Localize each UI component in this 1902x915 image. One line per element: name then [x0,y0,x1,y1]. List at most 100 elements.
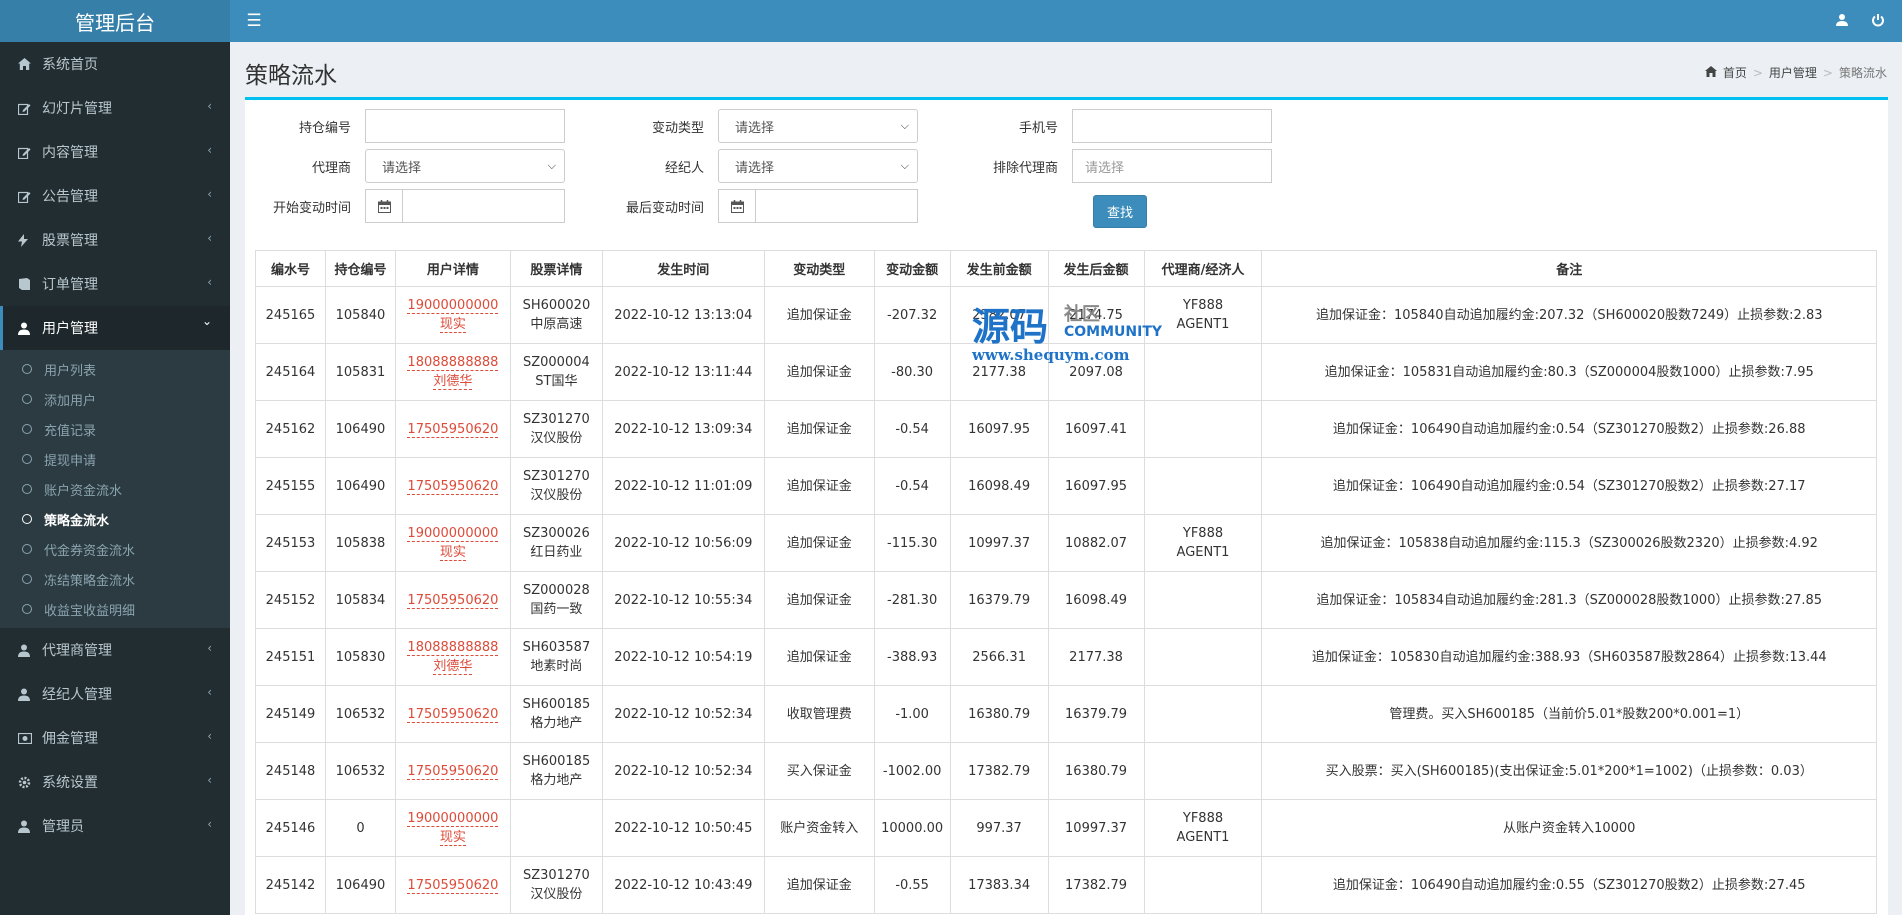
sidebar-item[interactable]: 佣金管理 ‹ [0,716,230,760]
calendar-icon[interactable] [718,189,756,223]
end-time-picker[interactable] [718,189,918,223]
gear-icon [18,776,42,789]
submenu-item[interactable]: 代金券资金流水 [0,534,230,564]
cell-amount: -0.54 [873,400,951,458]
submenu-item[interactable]: 账户资金流水 [0,474,230,504]
cell-before-amount: 10997.37 [949,514,1049,572]
stock-name: 中原高速 [530,317,583,332]
breadcrumb-home[interactable]: 首页 [1723,64,1747,81]
sidebar-item[interactable]: 系统设置 ‹ [0,760,230,804]
cell-change-type: 买入保证金 [763,742,875,800]
cell-position-no: 105834 [324,571,396,629]
user-name-link[interactable]: 现实 [439,317,466,333]
user-name-link[interactable]: 现实 [439,545,466,561]
home-icon [1704,65,1717,80]
top-navbar: ☰ [230,0,1902,42]
start-time-picker[interactable] [365,189,565,223]
sidebar-item[interactable]: 经纪人管理 ‹ [0,672,230,716]
cell-change-type: 追加保证金 [763,628,875,686]
column-header: 发生时间 [601,250,765,287]
user-phone-link[interactable]: 18088888888 [407,355,499,371]
sidebar-item[interactable]: 管理员 ‹ [0,804,230,848]
stock-name: 汉仪股份 [530,431,583,446]
position-no-input[interactable] [365,109,565,143]
calendar-icon[interactable] [365,189,403,223]
power-icon[interactable] [1866,8,1890,32]
exclude-agent-input[interactable]: 请选择 [1072,149,1272,183]
start-time-input[interactable] [403,189,565,223]
cell-agent [1143,571,1263,629]
cell-user-detail: 17505950620 [394,742,511,800]
user-phone-link[interactable]: 17505950620 [407,592,499,609]
table-row: 245149 106532 17505950620 SH600185 格力地产 2022-… [255,685,1877,743]
user-name-link[interactable]: 现实 [439,830,466,846]
submenu-item[interactable]: 冻结策略金流水 [0,564,230,594]
agent-name: YF888 [1182,298,1224,313]
user-phone-link[interactable]: 17505950620 [407,478,499,495]
submenu-item[interactable]: 添加用户 [0,384,230,414]
sidebar-item[interactable]: 内容管理 ‹ [0,130,230,174]
user-phone-link[interactable]: 19000000000 [407,526,499,542]
cell-stock-detail: SH600185 格力地产 [509,685,603,743]
submenu-item[interactable]: 充值记录 [0,414,230,444]
sidebar-item[interactable]: 用户管理 ⌄ [0,306,230,350]
broker-select[interactable]: 请选择 ⌵ [718,149,918,183]
stock-code: SZ301270 [522,469,590,484]
user-name-link[interactable]: 刘德华 [433,659,473,675]
cell-before-amount: 2382.07 [949,286,1049,344]
phone-input[interactable] [1072,109,1272,143]
cell-note: 买入股票：买入(SH600185)(支出保证金:5.01*200*1=1002)… [1261,742,1877,800]
submenu-item[interactable]: 收益宝收益明细 [0,594,230,624]
app-logo[interactable]: 管理后台 [0,0,230,42]
agent-select[interactable]: 请选择 ⌵ [365,149,565,183]
cell-serial: 245152 [255,571,326,629]
end-time-input[interactable] [756,189,918,223]
cell-stock-detail: SH600020 中原高速 [509,286,603,344]
user-phone-link[interactable]: 17505950620 [407,877,499,894]
sidebar-item[interactable]: 代理商管理 ‹ [0,628,230,672]
column-header: 发生后金额 [1047,250,1145,287]
user-phone-link[interactable]: 17505950620 [407,706,499,723]
user-phone-link[interactable]: 17505950620 [407,763,499,780]
submenu-item[interactable]: 策略金流水 [0,504,230,534]
table-row: 245146 0 19000000000 现实 2022-10-12 10:50:45 账… [255,799,1877,857]
sidebar-item[interactable]: 公告管理 ‹ [0,174,230,218]
stock-name: 地素时尚 [530,659,583,674]
cell-agent [1143,343,1263,401]
cell-user-detail: 19000000000 现实 [394,514,511,572]
user-name-link[interactable]: 刘德华 [433,374,473,390]
sidebar-item[interactable]: 幻灯片管理 ‹ [0,86,230,130]
user-phone-link[interactable]: 17505950620 [407,421,499,438]
cell-user-detail: 17505950620 [394,457,511,515]
menu-icon[interactable]: ☰ [242,9,266,33]
cell-note: 追加保证金：105838自动追加履约金:115.3（SZ300026股数2320… [1261,514,1877,572]
user-phone-link[interactable]: 18088888888 [407,640,499,656]
user-icon[interactable] [1830,8,1854,32]
user-phone-link[interactable]: 19000000000 [407,298,499,314]
column-header: 持仓编号 [324,250,396,287]
cell-user-detail: 19000000000 现实 [394,799,511,857]
sidebar-item[interactable]: 系统首页 [0,42,230,86]
submenu-item[interactable]: 用户列表 [0,354,230,384]
stock-code: SH600185 [522,697,591,712]
cell-time: 2022-10-12 13:09:34 [601,400,765,458]
cell-time: 2022-10-12 11:01:09 [601,457,765,515]
broker-value: 请选择 [735,160,775,176]
table-row: 245164 105831 18088888888 刘德华 SZ000004 ST国华 20… [255,343,1877,401]
cell-after-amount: 10882.07 [1047,514,1145,572]
user-phone-link[interactable]: 19000000000 [407,811,499,827]
sidebar: 系统首页 幻灯片管理 ‹ 内容管理 ‹ 公告管理 ‹ 股票管理 ‹ 订单管理 ‹ 用户管理 ⌄ 用户列表添… [0,42,230,915]
cell-after-amount: 2097.08 [1047,343,1145,401]
submenu-item[interactable]: 提现申请 [0,444,230,474]
sidebar-item[interactable]: 股票管理 ‹ [0,218,230,262]
sidebar-item-label: 佣金管理 [42,731,98,747]
search-button[interactable]: 查找 [1093,195,1147,228]
sidebar-item[interactable]: 订单管理 ‹ [0,262,230,306]
change-type-select[interactable]: 请选择 ⌵ [718,109,918,143]
cell-position-no: 106490 [324,400,396,458]
cell-amount: -388.93 [873,628,951,686]
cell-time: 2022-10-12 10:55:34 [601,571,765,629]
chevron-left-icon: ‹ [207,729,212,743]
cell-agent: YF888 AGENT1 [1143,799,1263,857]
breadcrumb-user-mgmt[interactable]: 用户管理 [1769,64,1817,81]
